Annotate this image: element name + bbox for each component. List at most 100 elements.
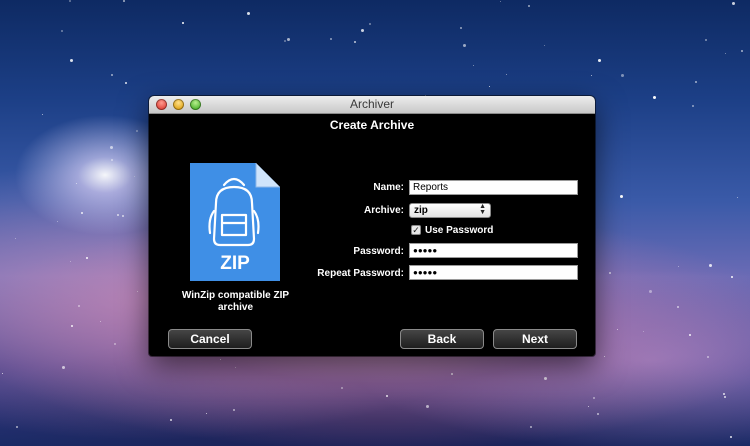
star-speck: [78, 305, 80, 307]
star-speck: [724, 396, 726, 398]
star-speck: [723, 393, 725, 395]
star-speck: [125, 82, 127, 84]
star-speck: [86, 257, 88, 259]
star-speck: [70, 59, 73, 62]
star-speck: [71, 325, 73, 327]
star-speck: [528, 5, 530, 7]
star-speck: [463, 44, 466, 47]
star-speck: [737, 197, 738, 198]
star-speck: [621, 74, 624, 77]
star-speck: [233, 409, 235, 411]
star-speck: [530, 426, 532, 428]
star-speck: [731, 276, 733, 278]
zip-icon-label: ZIP: [220, 253, 250, 274]
star-speck: [247, 12, 250, 15]
star-speck: [354, 41, 356, 43]
star-speck: [473, 65, 474, 66]
star-speck: [100, 321, 101, 322]
star-speck: [123, 0, 125, 2]
star-speck: [604, 356, 605, 357]
star-speck: [70, 261, 71, 262]
star-speck: [111, 74, 113, 76]
star-speck: [588, 406, 589, 407]
star-speck: [220, 359, 221, 360]
star-speck: [386, 395, 388, 397]
format-caption: WinZip compatible ZIP archive: [181, 290, 290, 313]
star-speck: [137, 291, 138, 292]
star-speck: [114, 343, 116, 345]
star-speck: [57, 221, 58, 222]
star-speck: [134, 176, 135, 177]
archive-label: Archive:: [363, 205, 404, 216]
star-speck: [649, 290, 652, 293]
star-speck: [61, 30, 63, 32]
archive-format-value: zip: [414, 205, 428, 216]
star-speck: [598, 59, 601, 62]
cancel-button[interactable]: Cancel: [168, 329, 252, 349]
star-speck: [705, 39, 707, 41]
star-speck: [451, 373, 453, 375]
window-title: Archiver: [349, 97, 394, 111]
star-speck: [136, 130, 138, 132]
star-speck: [593, 397, 595, 399]
star-speck: [597, 413, 599, 415]
star-speck: [330, 38, 332, 40]
star-speck: [62, 366, 65, 369]
star-speck: [732, 2, 735, 5]
star-speck: [591, 75, 592, 76]
star-speck: [2, 373, 3, 374]
star-speck: [653, 96, 656, 99]
star-speck: [709, 264, 712, 267]
star-speck: [695, 81, 697, 83]
star-speck: [76, 183, 77, 184]
select-arrows-icon: ▲ ▼: [479, 203, 486, 216]
star-speck: [643, 331, 644, 332]
back-button[interactable]: Back: [400, 329, 484, 349]
star-speck: [287, 38, 290, 41]
star-speck: [741, 50, 743, 52]
star-speck: [170, 419, 172, 421]
star-speck: [206, 413, 207, 414]
star-speck: [689, 334, 691, 336]
title-bar[interactable]: Archiver: [149, 96, 595, 114]
repeat-password-field[interactable]: ●●●●●: [409, 265, 578, 280]
star-speck: [235, 367, 236, 368]
star-speck: [284, 40, 286, 42]
name-field[interactable]: Reports: [409, 180, 578, 195]
star-speck: [707, 356, 709, 358]
star-speck: [544, 45, 545, 46]
page-heading: Create Archive: [329, 118, 415, 132]
zip-file-icon: ZIP: [190, 163, 280, 281]
star-speck: [69, 0, 71, 2]
star-speck: [617, 329, 618, 330]
star-speck: [111, 159, 113, 161]
star-speck: [42, 114, 43, 115]
name-label: Name:: [373, 182, 404, 193]
star-speck: [677, 306, 679, 308]
star-speck: [544, 377, 547, 380]
star-speck: [692, 105, 694, 107]
password-label: Password:: [353, 246, 404, 257]
star-speck: [426, 405, 429, 408]
star-speck: [678, 266, 679, 267]
star-speck: [506, 74, 507, 75]
password-field[interactable]: ●●●●●: [409, 243, 578, 258]
star-speck: [369, 23, 371, 25]
star-speck: [16, 426, 18, 428]
star-speck: [730, 436, 732, 438]
star-speck: [110, 146, 113, 149]
use-password-label: Use Password: [425, 225, 494, 236]
star-speck: [609, 272, 611, 274]
archive-format-select[interactable]: zip ▲ ▼: [409, 203, 491, 218]
star-speck: [341, 387, 343, 389]
star-speck: [500, 1, 501, 2]
next-button[interactable]: Next: [493, 329, 577, 349]
star-speck: [15, 238, 16, 239]
use-password-checkbox[interactable]: ✓: [411, 225, 421, 235]
star-speck: [361, 29, 364, 32]
star-speck: [182, 22, 184, 24]
star-speck: [725, 53, 726, 54]
star-speck: [122, 215, 124, 217]
star-speck: [460, 27, 462, 29]
star-speck: [81, 212, 83, 214]
